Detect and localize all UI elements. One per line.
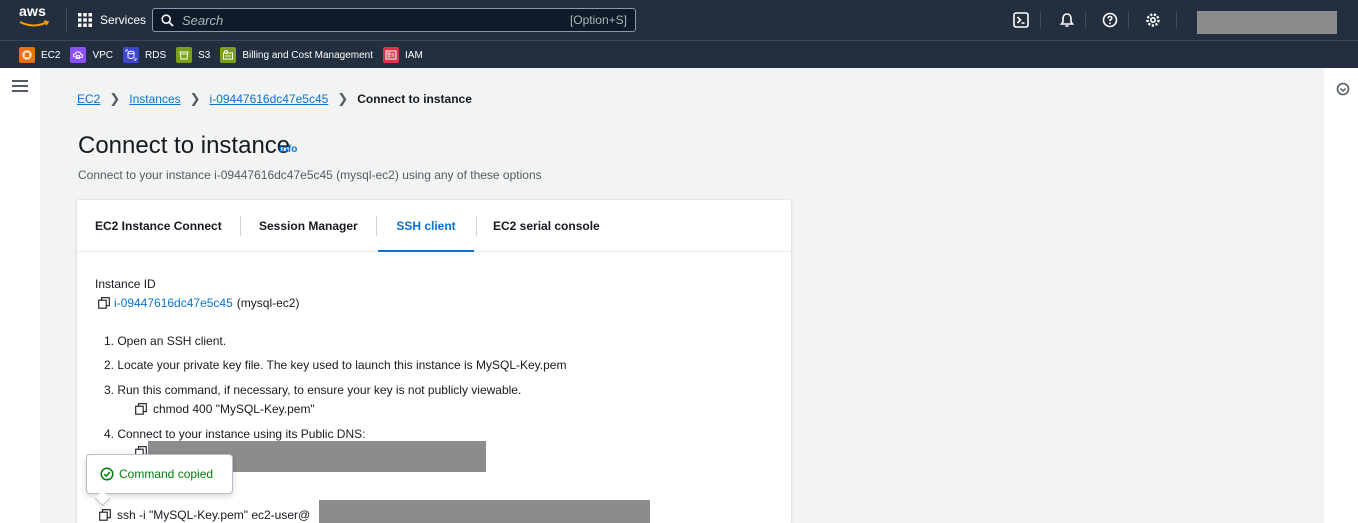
favorite-label: IAM xyxy=(405,49,423,61)
settings-icon[interactable] xyxy=(1144,11,1162,29)
success-check-icon xyxy=(100,467,114,481)
step-3-text: 3. Run this command, if necessary, to en… xyxy=(104,383,522,397)
info-link[interactable]: Info xyxy=(279,144,297,155)
popover-text: Command copied xyxy=(119,467,214,481)
instance-id-label: Instance ID xyxy=(95,277,156,291)
page-title: Connect to instance xyxy=(78,132,291,159)
favorites-bar: EC2 VPC RDS S3 Billing and Cost Manageme… xyxy=(0,40,1358,69)
tab-divider xyxy=(240,216,241,236)
aws-smile-icon xyxy=(19,20,49,27)
ec2-icon xyxy=(19,47,35,63)
favorite-iam[interactable]: IAM xyxy=(383,47,423,63)
favorite-billing[interactable]: Billing and Cost Management xyxy=(220,47,373,63)
help-icon[interactable] xyxy=(1101,11,1119,29)
favorite-rds[interactable]: RDS xyxy=(123,47,166,63)
chmod-command-text: chmod 400 "MySQL-Key.pem" xyxy=(153,402,315,416)
search-box[interactable]: [Option+S] xyxy=(152,8,636,32)
nav-divider xyxy=(1176,12,1177,28)
breadcrumb-link-instances[interactable]: Instances xyxy=(129,92,180,106)
breadcrumb: EC2 ❯ Instances ❯ i-09447616dc47e5c45 ❯ … xyxy=(77,91,472,107)
instance-id-value: i-09447616dc47e5c45 (mysql-ec2) xyxy=(98,296,299,310)
step-2-text: 2. Locate your private key file. The key… xyxy=(104,358,567,372)
cloudshell-icon[interactable] xyxy=(1012,11,1030,29)
page-description: Connect to your instance i-09447616dc47e… xyxy=(78,168,542,182)
step-4-text: 4. Connect to your instance using its Pu… xyxy=(104,427,366,441)
instance-name: (mysql-ec2) xyxy=(236,296,300,310)
aws-logo-text: aws xyxy=(19,3,47,19)
breadcrumb-link-instance-id[interactable]: i-09447616dc47e5c45 xyxy=(210,92,329,106)
s3-icon xyxy=(176,47,193,63)
services-label: Services xyxy=(100,13,147,27)
nav-divider xyxy=(66,8,67,32)
grid-icon xyxy=(78,13,92,27)
billing-icon xyxy=(220,47,237,63)
breadcrumb-current: Connect to instance xyxy=(357,92,472,106)
nav-divider xyxy=(1085,12,1086,28)
connect-tabs: EC2 Instance Connect Session Manager SSH… xyxy=(77,200,791,252)
copy-icon[interactable] xyxy=(98,297,110,309)
services-menu-button[interactable]: Services xyxy=(78,9,146,31)
command-copied-popover: Command copied xyxy=(86,454,233,494)
tab-divider xyxy=(376,216,377,236)
iam-icon xyxy=(383,47,400,63)
favorite-vpc[interactable]: VPC xyxy=(70,47,113,63)
vpc-icon xyxy=(70,47,87,63)
favorite-label: Billing and Cost Management xyxy=(242,49,374,61)
favorite-s3[interactable]: S3 xyxy=(176,47,210,63)
favorite-label: RDS xyxy=(145,49,167,61)
menu-icon[interactable] xyxy=(12,80,28,94)
instance-id-link[interactable]: i-09447616dc47e5c45 xyxy=(114,296,233,310)
side-navigation-rail xyxy=(0,68,40,523)
ssh-command-text: ssh -i "MySQL-Key.pem" ec2-user@ xyxy=(117,508,311,522)
tools-rail xyxy=(1324,68,1358,523)
chevron-right-icon: ❯ xyxy=(189,91,201,106)
favorite-ec2[interactable]: EC2 xyxy=(19,47,60,63)
account-menu-redacted[interactable] xyxy=(1197,11,1337,34)
tab-ec2-instance-connect[interactable]: EC2 Instance Connect xyxy=(95,200,222,251)
bell-icon[interactable] xyxy=(1058,11,1076,29)
aws-logo[interactable]: aws xyxy=(19,4,53,34)
top-navigation: aws Services [Option+S] xyxy=(0,0,1358,40)
search-icon xyxy=(161,13,174,27)
info-panel-icon[interactable] xyxy=(1336,82,1350,96)
ssh-host-redacted xyxy=(319,500,650,523)
search-shortcut-hint: [Option+S] xyxy=(569,13,627,27)
copy-icon[interactable] xyxy=(99,509,111,521)
copy-icon[interactable] xyxy=(135,403,147,415)
nav-divider xyxy=(1128,12,1129,28)
tab-divider xyxy=(476,216,477,236)
chevron-right-icon: ❯ xyxy=(337,91,349,106)
favorite-label: S3 xyxy=(198,49,211,61)
step-1-text: 1. Open an SSH client. xyxy=(104,334,227,348)
tab-session-manager[interactable]: Session Manager xyxy=(259,200,358,251)
tab-ssh-client[interactable]: SSH client xyxy=(378,200,474,252)
search-input[interactable] xyxy=(182,12,512,28)
breadcrumb-link-ec2[interactable]: EC2 xyxy=(77,92,100,106)
chevron-right-icon: ❯ xyxy=(109,91,121,106)
rds-icon xyxy=(123,47,140,63)
favorite-label: EC2 xyxy=(41,49,61,61)
favorite-label: VPC xyxy=(92,49,114,61)
ssh-command: ssh -i "MySQL-Key.pem" ec2-user@ xyxy=(99,508,310,522)
nav-divider xyxy=(1040,12,1041,28)
chmod-command: chmod 400 "MySQL-Key.pem" xyxy=(135,402,315,416)
tab-ec2-serial-console[interactable]: EC2 serial console xyxy=(493,200,600,251)
